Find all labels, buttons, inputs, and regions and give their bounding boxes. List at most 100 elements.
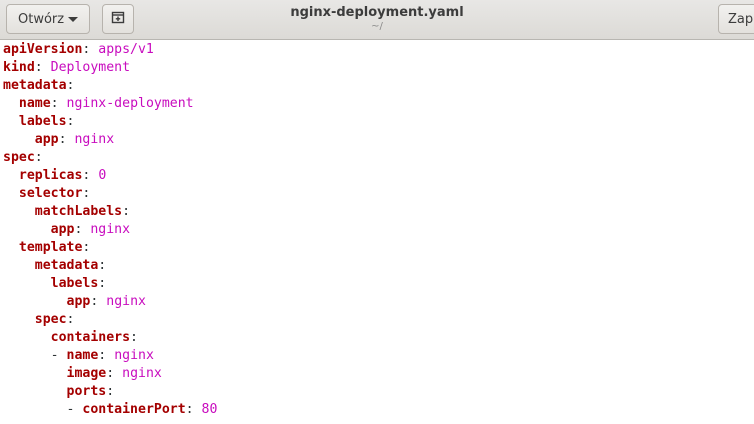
code-line: containers: xyxy=(3,329,754,347)
yaml-key: containerPort xyxy=(82,402,186,417)
yaml-key: ports xyxy=(66,384,107,399)
text-editor[interactable]: apiVersion: apps/v1 kind: Deployment metad… xyxy=(0,40,754,424)
yaml-value: nginx xyxy=(122,366,162,381)
yaml-value: nginx xyxy=(106,294,146,309)
code-line: labels: xyxy=(3,113,754,131)
yaml-key: name xyxy=(18,96,51,111)
open-button-label: Otwórz xyxy=(18,11,65,27)
yaml-key: app xyxy=(50,222,75,237)
yaml-value: nginx xyxy=(114,348,154,363)
code-line: ports: xyxy=(3,383,754,401)
code-line: image: nginx xyxy=(3,365,754,383)
yaml-colon: : xyxy=(130,330,138,345)
save-button[interactable]: Zapisz xyxy=(718,4,754,34)
code-line: template: xyxy=(3,239,754,257)
yaml-key: metadata xyxy=(34,258,99,273)
yaml-colon: : xyxy=(82,42,99,57)
code-line: apiVersion: apps/v1 xyxy=(3,41,754,59)
open-button[interactable]: Otwórz xyxy=(6,4,90,34)
yaml-value: 80 xyxy=(201,402,218,417)
yaml-colon: : xyxy=(66,312,75,327)
yaml-value: apps/v1 xyxy=(98,42,154,57)
new-document-icon xyxy=(110,9,126,29)
yaml-colon: : xyxy=(82,240,91,255)
yaml-key: labels xyxy=(18,114,67,129)
code-line: replicas: 0 xyxy=(3,167,754,185)
yaml-colon: : xyxy=(106,366,123,381)
yaml-value: nginx xyxy=(74,132,115,147)
yaml-colon: : xyxy=(90,294,107,309)
code-line: spec: xyxy=(3,149,754,167)
yaml-key: app xyxy=(34,132,59,147)
yaml-colon: : xyxy=(98,276,107,291)
new-document-button[interactable] xyxy=(102,4,134,34)
code-line: - name: nginx xyxy=(3,347,754,365)
code-line: kind: Deployment xyxy=(3,59,754,77)
yaml-key: replicas xyxy=(18,168,83,183)
yaml-colon: : xyxy=(74,222,91,237)
yaml-key: selector xyxy=(18,186,83,201)
yaml-colon: : xyxy=(122,204,131,219)
code-line: name: nginx-deployment xyxy=(3,95,754,113)
yaml-key: containers xyxy=(50,330,131,345)
yaml-value: Deployment xyxy=(50,60,131,75)
yaml-colon: : xyxy=(185,402,202,417)
yaml-colon: : xyxy=(34,60,51,75)
header-bar: Otwórz nginx-deployment.yaml ~/ Zapisz xyxy=(0,0,754,40)
yaml-key: spec xyxy=(34,312,67,327)
yaml-key: matchLabels xyxy=(34,204,123,219)
code-line: metadata: xyxy=(3,77,754,95)
yaml-value: nginx-deployment xyxy=(66,96,194,111)
yaml-colon: : xyxy=(66,114,75,129)
yaml-colon: : xyxy=(58,132,75,147)
list-dash: - xyxy=(50,348,67,363)
yaml-colon: : xyxy=(98,258,107,273)
yaml-colon: : xyxy=(34,150,43,165)
code-line: selector: xyxy=(3,185,754,203)
yaml-key: apiVersion xyxy=(3,42,83,57)
code-line: - containerPort: 80 xyxy=(3,401,754,419)
yaml-colon: : xyxy=(66,78,75,93)
yaml-value: 0 xyxy=(98,168,107,183)
save-button-label: Zapisz xyxy=(728,11,754,27)
code-line: spec: xyxy=(3,311,754,329)
yaml-colon: : xyxy=(50,96,67,111)
code-line: app: nginx xyxy=(3,221,754,239)
yaml-value: nginx xyxy=(90,222,131,237)
yaml-colon: : xyxy=(82,168,99,183)
yaml-key: template xyxy=(18,240,83,255)
chevron-down-icon xyxy=(68,16,79,22)
list-dash: - xyxy=(66,402,83,417)
yaml-key: app xyxy=(66,294,91,309)
code-line: labels: xyxy=(3,275,754,293)
yaml-colon: : xyxy=(98,348,115,363)
code-line: matchLabels: xyxy=(3,203,754,221)
yaml-colon: : xyxy=(106,384,115,399)
code-line: app: nginx xyxy=(3,131,754,149)
yaml-key: metadata xyxy=(3,78,67,93)
yaml-key: kind xyxy=(3,60,35,75)
code-line: app: nginx xyxy=(3,293,754,311)
code-area[interactable]: apiVersion: apps/v1 kind: Deployment metad… xyxy=(0,40,754,419)
yaml-key: labels xyxy=(50,276,99,291)
yaml-key: name xyxy=(66,348,99,363)
yaml-key: image xyxy=(66,366,107,381)
code-line: metadata: xyxy=(3,257,754,275)
yaml-colon: : xyxy=(82,186,91,201)
